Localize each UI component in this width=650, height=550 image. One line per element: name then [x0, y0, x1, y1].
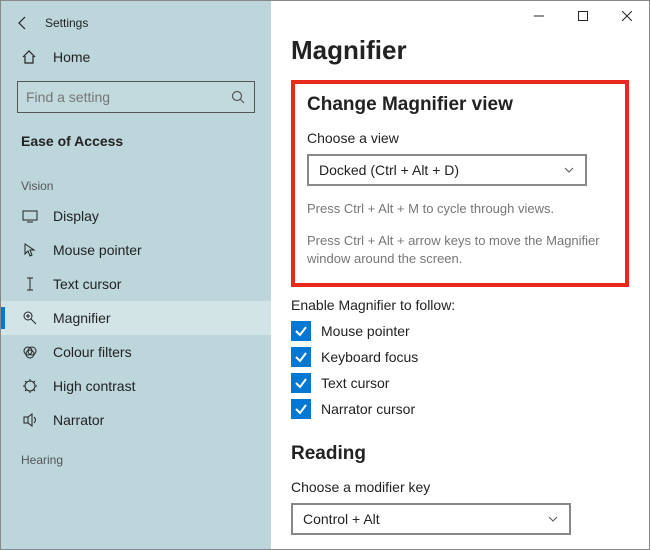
- checkbox-label: Mouse pointer: [321, 323, 410, 339]
- hint-text: Press Ctrl + Alt + arrow keys to move th…: [307, 232, 613, 268]
- checkbox-icon: [291, 347, 311, 367]
- nav-label: Display: [53, 208, 99, 224]
- checkbox-text-cursor[interactable]: Text cursor: [291, 373, 629, 393]
- home-nav[interactable]: Home: [1, 41, 271, 73]
- dropdown-value: Control + Alt: [303, 511, 380, 527]
- sidebar-item-magnifier[interactable]: Magnifier: [1, 301, 271, 335]
- checkbox-keyboard-focus[interactable]: Keyboard focus: [291, 347, 629, 367]
- sidebar-item-text[interactable]: Text cursor: [1, 267, 271, 301]
- colour-filters-icon: [21, 344, 39, 360]
- checkbox-label: Narrator cursor: [321, 401, 415, 417]
- nav-label: Narrator: [53, 412, 104, 428]
- search-input-wrap[interactable]: [17, 81, 255, 113]
- sidebar-item-display[interactable]: Display: [1, 199, 271, 233]
- chevron-down-icon: [563, 164, 575, 176]
- display-icon: [21, 208, 39, 224]
- sidebar-item-mouse[interactable]: Mouse pointer: [1, 233, 271, 267]
- sidebar-item-narrator[interactable]: Narrator: [1, 403, 271, 437]
- follow-label: Enable Magnifier to follow:: [291, 297, 629, 313]
- back-button[interactable]: [9, 9, 37, 37]
- checkbox-icon: [291, 399, 311, 419]
- sidebar-item-contrast[interactable]: High contrast: [1, 369, 271, 403]
- checkbox-icon: [291, 321, 311, 341]
- search-input[interactable]: [26, 89, 230, 105]
- narrator-icon: [21, 412, 39, 428]
- home-icon: [21, 49, 39, 65]
- magnifier-icon: [21, 310, 39, 326]
- modifier-label: Choose a modifier key: [291, 479, 629, 495]
- mouse-pointer-icon: [21, 242, 39, 258]
- sidebar-item-colour[interactable]: Colour filters: [1, 335, 271, 369]
- checkbox-narrator-cursor[interactable]: Narrator cursor: [291, 399, 629, 419]
- checkbox-icon: [291, 373, 311, 393]
- nav-label: High contrast: [53, 378, 135, 394]
- dropdown-value: Docked (Ctrl + Alt + D): [319, 162, 459, 178]
- checkbox-mouse-pointer[interactable]: Mouse pointer: [291, 321, 629, 341]
- chevron-down-icon: [547, 513, 559, 525]
- category-vision: Vision: [1, 163, 271, 199]
- change-view-section: Change Magnifier view Choose a view Dock…: [291, 80, 629, 287]
- text-cursor-icon: [21, 276, 39, 292]
- nav-label: Text cursor: [53, 276, 121, 292]
- nav-label: Mouse pointer: [53, 242, 142, 258]
- page-title: Magnifier: [291, 35, 629, 66]
- reading-hint: Use these commands to have Magnifier rea…: [291, 547, 629, 549]
- nav-label: Magnifier: [53, 310, 111, 326]
- maximize-button[interactable]: [561, 1, 605, 31]
- reading-title: Reading: [291, 443, 629, 465]
- search-icon: [230, 89, 246, 105]
- home-label: Home: [53, 49, 90, 65]
- modifier-dropdown[interactable]: Control + Alt: [291, 503, 571, 535]
- checkbox-label: Keyboard focus: [321, 349, 418, 365]
- section-header: Ease of Access: [1, 127, 271, 163]
- category-hearing: Hearing: [1, 437, 271, 473]
- hint-text: Press Ctrl + Alt + M to cycle through vi…: [307, 200, 613, 218]
- app-title: Settings: [45, 16, 88, 30]
- minimize-button[interactable]: [517, 1, 561, 31]
- high-contrast-icon: [21, 378, 39, 394]
- nav-label: Colour filters: [53, 344, 132, 360]
- close-button[interactable]: [605, 1, 649, 31]
- checkbox-label: Text cursor: [321, 375, 389, 391]
- view-label: Choose a view: [307, 130, 613, 146]
- section-title: Change Magnifier view: [307, 94, 613, 116]
- view-dropdown[interactable]: Docked (Ctrl + Alt + D): [307, 154, 587, 186]
